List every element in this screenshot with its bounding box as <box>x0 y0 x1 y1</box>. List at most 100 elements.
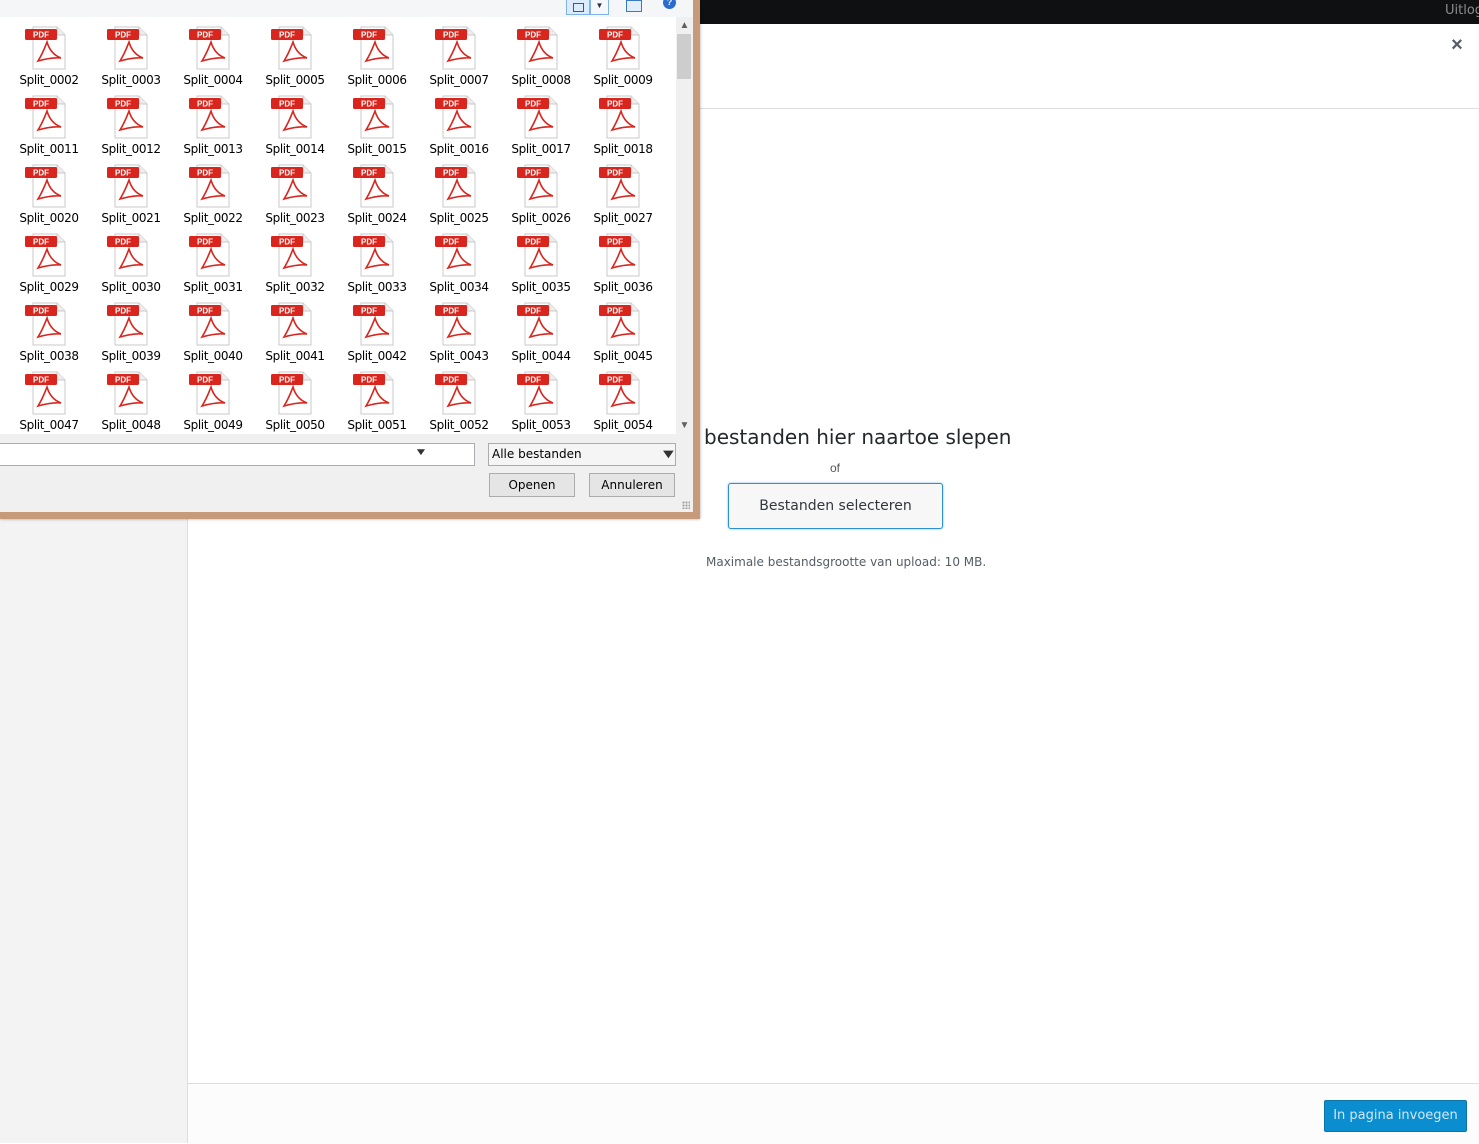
pdf-badge-text: PDF <box>443 100 459 109</box>
file-type-select[interactable]: Alle bestanden ▼ <box>488 443 676 466</box>
pdf-file-icon: PDF <box>517 302 558 346</box>
file-item[interactable]: PDF Split_0035 <box>493 224 573 294</box>
filename-input[interactable] <box>0 443 475 466</box>
logout-link[interactable]: Uitlog <box>1445 3 1479 18</box>
file-item[interactable]: PDF Split_0009 <box>575 17 655 87</box>
file-item[interactable]: PDF Split_0025 <box>411 155 491 225</box>
file-item[interactable]: PDF Split_0033 <box>329 224 409 294</box>
pdf-file-icon: PDF <box>435 371 476 415</box>
open-button[interactable]: Openen <box>489 473 575 497</box>
file-item[interactable]: PDF Split_0018 <box>575 86 655 156</box>
pdf-badge-text: PDF <box>197 31 213 40</box>
pdf-badge-text: PDF <box>115 169 131 178</box>
file-item[interactable]: PDF Split_0054 <box>575 362 655 432</box>
dialog-toolbar: ▼ ? <box>0 0 693 18</box>
pdf-file-icon: PDF <box>25 302 66 346</box>
pdf-file-icon: PDF <box>271 371 312 415</box>
file-item[interactable]: PDF Split_0029 <box>1 224 81 294</box>
pdf-file-icon: PDF <box>599 302 640 346</box>
pdf-badge-text: PDF <box>115 238 131 247</box>
file-item[interactable]: PDF Split_0014 <box>247 86 327 156</box>
pdf-file-icon: PDF <box>353 26 394 70</box>
pdf-badge-text: PDF <box>443 169 459 178</box>
file-item[interactable]: PDF Split_0024 <box>329 155 409 225</box>
file-item[interactable]: PDF Split_0005 <box>247 17 327 87</box>
file-type-value: Alle bestanden <box>492 447 582 461</box>
dialog-body: ▼ ? PDF Split_0002 PDF Split_0003 PDF Split_0… <box>0 0 693 512</box>
file-item[interactable]: PDF Split_0027 <box>575 155 655 225</box>
file-item[interactable]: PDF Split_0043 <box>411 293 491 363</box>
file-item[interactable]: PDF Split_0044 <box>493 293 573 363</box>
file-name: Split_0054 <box>593 418 653 432</box>
pdf-file-icon: PDF <box>271 95 312 139</box>
help-icon[interactable]: ? <box>663 0 676 9</box>
file-item[interactable]: PDF Split_0004 <box>165 17 245 87</box>
file-item[interactable]: PDF Split_0022 <box>165 155 245 225</box>
insert-into-page-button[interactable]: In pagina invoegen <box>1324 1100 1467 1132</box>
file-item[interactable]: PDF Split_0016 <box>411 86 491 156</box>
file-name: Split_0036 <box>593 280 653 294</box>
file-item[interactable]: PDF Split_0013 <box>165 86 245 156</box>
file-item[interactable]: PDF Split_0038 <box>1 293 81 363</box>
scroll-down-icon[interactable]: ▼ <box>676 417 693 434</box>
file-item[interactable]: PDF Split_0017 <box>493 86 573 156</box>
file-item[interactable]: PDF Split_0039 <box>83 293 163 363</box>
scroll-thumb[interactable] <box>677 34 691 79</box>
file-item[interactable]: PDF Split_0026 <box>493 155 573 225</box>
file-item[interactable]: PDF Split_0042 <box>329 293 409 363</box>
file-item[interactable]: PDF Split_0032 <box>247 224 327 294</box>
file-item[interactable]: PDF Split_0021 <box>83 155 163 225</box>
pdf-file-icon: PDF <box>25 164 66 208</box>
file-item[interactable]: PDF Split_0051 <box>329 362 409 432</box>
change-view-icon[interactable] <box>566 0 590 15</box>
file-item[interactable]: PDF Split_0002 <box>1 17 81 87</box>
chevron-down-icon[interactable]: ▼ <box>590 0 609 15</box>
file-item[interactable]: PDF Split_0049 <box>165 362 245 432</box>
file-item[interactable]: PDF Split_0003 <box>83 17 163 87</box>
scroll-up-icon[interactable]: ▲ <box>676 17 693 34</box>
pdf-file-icon: PDF <box>271 302 312 346</box>
file-item[interactable]: PDF Split_0015 <box>329 86 409 156</box>
pdf-file-icon: PDF <box>107 164 148 208</box>
file-item[interactable]: PDF Split_0053 <box>493 362 573 432</box>
pdf-badge-text: PDF <box>607 100 623 109</box>
pdf-file-icon: PDF <box>107 95 148 139</box>
file-item[interactable]: PDF Split_0048 <box>83 362 163 432</box>
pdf-badge-text: PDF <box>197 307 213 316</box>
file-item[interactable]: PDF Split_0045 <box>575 293 655 363</box>
pdf-file-icon: PDF <box>353 371 394 415</box>
pdf-badge-text: PDF <box>197 376 213 385</box>
file-item[interactable]: PDF Split_0030 <box>83 224 163 294</box>
file-item[interactable]: PDF Split_0047 <box>1 362 81 432</box>
file-item[interactable]: PDF Split_0041 <box>247 293 327 363</box>
pdf-badge-text: PDF <box>525 100 541 109</box>
file-item[interactable]: PDF Split_0040 <box>165 293 245 363</box>
pdf-badge-text: PDF <box>197 100 213 109</box>
vertical-scrollbar[interactable]: ▲ ▼ <box>676 17 693 434</box>
pdf-file-icon: PDF <box>189 371 230 415</box>
pdf-badge-text: PDF <box>607 307 623 316</box>
file-item[interactable]: PDF Split_0011 <box>1 86 81 156</box>
close-icon[interactable]: × <box>1449 35 1465 55</box>
file-item[interactable]: PDF Split_0007 <box>411 17 491 87</box>
file-item[interactable]: PDF Split_0020 <box>1 155 81 225</box>
pdf-badge-text: PDF <box>607 238 623 247</box>
file-item[interactable]: PDF Split_0031 <box>165 224 245 294</box>
file-item[interactable]: PDF Split_0036 <box>575 224 655 294</box>
cancel-button[interactable]: Annuleren <box>589 473 675 497</box>
pdf-file-icon: PDF <box>271 164 312 208</box>
select-files-button[interactable]: Bestanden selecteren <box>728 483 943 529</box>
resize-grip-icon[interactable] <box>682 501 690 509</box>
file-item[interactable]: PDF Split_0006 <box>329 17 409 87</box>
pdf-file-icon: PDF <box>189 164 230 208</box>
file-item[interactable]: PDF Split_0050 <box>247 362 327 432</box>
file-item[interactable]: PDF Split_0034 <box>411 224 491 294</box>
file-item[interactable]: PDF Split_0008 <box>493 17 573 87</box>
file-item[interactable]: PDF Split_0012 <box>83 86 163 156</box>
pdf-badge-text: PDF <box>279 376 295 385</box>
file-item[interactable]: PDF Split_0023 <box>247 155 327 225</box>
file-item[interactable]: PDF Split_0052 <box>411 362 491 432</box>
preview-pane-icon[interactable] <box>626 0 642 12</box>
file-name: Split_0027 <box>593 211 653 225</box>
pdf-file-icon: PDF <box>353 233 394 277</box>
